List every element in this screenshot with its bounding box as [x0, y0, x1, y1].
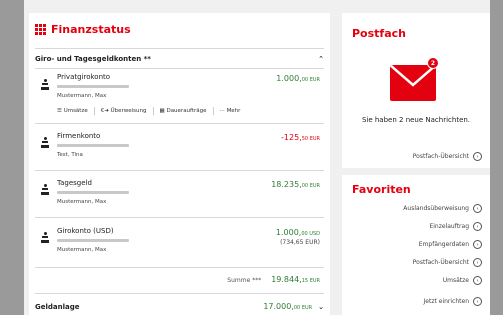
account-name[interactable]: Firmenkonto	[57, 132, 100, 140]
geldanlage-summary: 17.000,00 EUR ⌄	[263, 302, 324, 311]
favoriten-title: Favoriten	[352, 183, 411, 196]
chevron-right-icon: ›	[473, 204, 482, 213]
favorite-link[interactable]: Einzelauftrag ›	[429, 222, 482, 231]
divider	[35, 170, 324, 171]
account-balance: 1.000,00 EUR	[276, 74, 320, 83]
account-balance: -125,50 EUR	[281, 133, 320, 142]
divider	[35, 267, 324, 268]
postfach-panel: Postfach 2 Sie haben 2 neue Nachrichten.…	[342, 13, 490, 168]
account-name[interactable]: Privatgirokonto	[57, 73, 110, 81]
envelope-icon[interactable]	[390, 65, 436, 101]
finanzstatus-title: Finanzstatus	[51, 23, 131, 36]
mehr-action[interactable]: ··· Mehr	[220, 108, 241, 114]
sparkasse-icon	[41, 232, 49, 243]
chevron-right-icon: ›	[473, 297, 482, 306]
umsaetze-action[interactable]: ☰ Umsätze	[57, 108, 88, 114]
account-owner: Mustermann, Max	[57, 247, 107, 253]
postfach-message: Sie haben 2 neue Nachrichten.	[361, 116, 471, 124]
account-balance: 18.235,00 EUR	[271, 180, 320, 189]
giro-section-title: Giro- und Tagesgeldkonten **	[35, 55, 151, 63]
account-iban	[57, 144, 129, 147]
summe-value: 19.844,15 EUR	[271, 275, 320, 284]
account-owner: Mustermann, Max	[57, 199, 107, 205]
summe-label: Summe ***	[227, 277, 262, 284]
divider	[35, 123, 324, 124]
favorite-link[interactable]: Umsätze ›	[443, 276, 482, 285]
summe-row: Summe *** 19.844,15 EUR	[227, 275, 320, 284]
account-owner: Test, Tina	[57, 152, 83, 158]
divider	[35, 293, 324, 294]
favorite-link[interactable]: Auslandsüberweisung ›	[403, 204, 482, 213]
favoriten-panel: Favoriten Auslandsüberweisung › Einzelauf…	[342, 175, 490, 315]
account-name[interactable]: Tagesgeld	[57, 179, 92, 187]
favorite-link[interactable]: Empfängerdaten ›	[419, 240, 482, 249]
divider	[35, 48, 324, 49]
chevron-down-icon[interactable]: ⌄	[318, 303, 324, 311]
finanzstatus-header: Finanzstatus	[35, 23, 131, 36]
divider	[35, 68, 324, 69]
chevron-up-icon[interactable]: ⌃	[318, 55, 324, 63]
finanzstatus-panel: Finanzstatus Giro- und Tagesgeldkonten *…	[29, 13, 330, 315]
grid-icon	[35, 24, 46, 35]
account-balance: 1.000,00 USD	[275, 228, 320, 237]
sparkasse-icon	[41, 79, 49, 90]
account-owner: Mustermann, Max	[57, 93, 107, 99]
dauerauftraege-action[interactable]: ▦ Daueraufträge	[160, 108, 207, 114]
account-balance-converted: (734,65 EUR)	[280, 239, 320, 246]
jetzt-einrichten-link[interactable]: Jetzt einrichten ›	[424, 297, 482, 306]
favorite-link[interactable]: Postfach-Übersicht ›	[413, 258, 482, 267]
chevron-right-icon: ›	[473, 240, 482, 249]
chevron-right-icon: ›	[473, 222, 482, 231]
geldanlage-value: 17.000,00 EUR	[263, 302, 313, 311]
account-iban	[57, 85, 129, 88]
chevron-right-icon: ›	[473, 276, 482, 285]
unread-badge: 2	[427, 57, 439, 69]
postfach-overview-link[interactable]: Postfach-Übersicht ›	[413, 152, 482, 161]
geldanlage-label: Geldanlage	[35, 302, 80, 311]
screen: Finanzstatus Giro- und Tagesgeldkonten *…	[24, 0, 490, 315]
ueberweisung-action[interactable]: €➜ Überweisung	[101, 108, 147, 114]
sparkasse-icon	[41, 137, 49, 148]
chevron-right-icon: ›	[473, 152, 482, 161]
giro-section-header[interactable]: Giro- und Tagesgeldkonten ** ⌃	[35, 55, 324, 63]
account-actions: ☰ Umsätze €➜ Überweisung ▦ Daueraufträge…	[57, 107, 240, 115]
sparkasse-icon	[41, 184, 49, 195]
divider	[35, 217, 324, 218]
chevron-right-icon: ›	[473, 258, 482, 267]
geldanlage-section-header[interactable]: Geldanlage 17.000,00 EUR ⌄	[35, 302, 324, 311]
postfach-title: Postfach	[352, 27, 406, 40]
account-iban	[57, 239, 129, 242]
account-name[interactable]: Girokonto (USD)	[57, 227, 114, 235]
account-iban	[57, 191, 129, 194]
